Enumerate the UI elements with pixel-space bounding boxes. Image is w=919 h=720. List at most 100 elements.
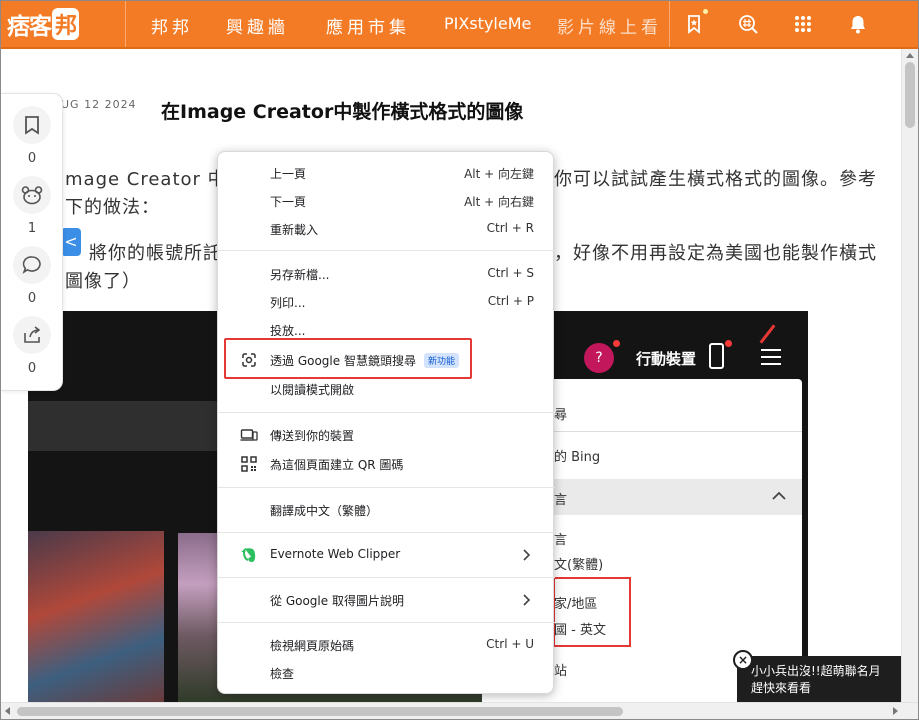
logo-badge: 邦 [52, 8, 80, 40]
menu-item-view-source[interactable]: 檢視網頁原始碼 Ctrl + U [218, 632, 555, 658]
menu-item-forward[interactable]: 下一頁 Alt + 向右鍵 [218, 188, 555, 214]
menu-item-send-to-device[interactable]: 傳送到你的裝置 [218, 422, 555, 448]
vertical-scrollbar[interactable] [901, 49, 918, 704]
horizontal-scroll-thumb[interactable] [17, 707, 623, 716]
share-count: 0 [27, 361, 37, 376]
paragraph-1-line-2: 下的做法： [65, 197, 160, 218]
image-panel-row: 言 [554, 493, 568, 508]
menu-item-shortcut: Ctrl + U [486, 637, 534, 651]
image-panel-row: 的 Bing [554, 450, 601, 465]
nav-divider [125, 1, 126, 47]
image-chevron-up-icon [772, 491, 786, 500]
comment-button[interactable] [13, 246, 51, 284]
menu-item-label: 另存新檔... [270, 268, 330, 282]
menu-item-evernote[interactable]: Evernote Web Clipper [218, 542, 555, 568]
post-date: UG 12 2024 [61, 98, 137, 111]
menu-item-label: 從 Google 取得圖片說明 [270, 594, 404, 608]
paragraph-1-right: 你可以試試產生橫式格式的圖像。參考 [554, 169, 877, 190]
nav-item-app-market[interactable]: 應用市集 [326, 13, 410, 38]
menu-item-save-as[interactable]: 另存新檔... Ctrl + S [218, 261, 555, 287]
menu-item-label: Evernote Web Clipper [270, 547, 401, 561]
menu-item-shortcut: Ctrl + R [486, 221, 534, 235]
logo-text: 痞客 [7, 14, 52, 40]
image-mobile-label: 行動裝置 [636, 350, 697, 368]
menu-item-label: 檢視網頁原始碼 [270, 639, 355, 653]
comment-count: 0 [27, 291, 37, 306]
nav-divider [669, 1, 670, 47]
device-icon [240, 429, 258, 441]
promo-toast[interactable]: 小小兵出沒!!超萌聯名月 趕快來看看 [737, 656, 903, 704]
image-avatar: ? [584, 343, 614, 373]
share-button[interactable] [13, 316, 51, 354]
menu-item-back[interactable]: 上一頁 Alt + 向左鍵 [218, 160, 555, 186]
menu-separator [218, 250, 555, 251]
image-notification-dot [613, 340, 620, 347]
paragraph-2-line-2: 圖像了） [65, 271, 141, 292]
horizontal-scrollbar[interactable] [1, 702, 918, 719]
side-action-bar: 0 1 0 0 [1, 93, 63, 391]
nav-item-videos[interactable]: 影片線上看 [557, 13, 662, 38]
menu-separator [218, 577, 555, 578]
menu-separator [218, 622, 555, 623]
apps-grid-icon[interactable] [792, 13, 814, 35]
qr-icon [241, 456, 257, 472]
top-navigation-bar: 痞客邦 邦邦 興趣牆 應用市集 PIXstyleMe 影片線上看 [1, 1, 918, 49]
site-logo[interactable]: 痞客邦 [7, 8, 80, 40]
bookmark-icon [25, 116, 39, 135]
menu-item-inspect[interactable]: 檢查 [218, 660, 555, 686]
paragraph-2-left: 將你的帳號所託 [89, 243, 222, 264]
evernote-icon [241, 547, 256, 562]
image-hamburger-icon [761, 349, 781, 370]
menu-item-print[interactable]: 列印... Ctrl + P [218, 289, 555, 315]
react-button[interactable] [13, 176, 51, 214]
menu-item-label: 列印... [270, 296, 306, 310]
image-highlight-box [553, 577, 631, 647]
browser-viewport: 痞客邦 邦邦 興趣牆 應用市集 PIXstyleMe 影片線上看 UG 12 2… [0, 0, 919, 720]
menu-item-label: 檢查 [270, 667, 295, 681]
image-notification-dot [725, 340, 732, 347]
menu-separator [218, 532, 555, 533]
bear-face-icon [21, 186, 43, 205]
menu-item-create-qr[interactable]: 為這個頁面建立 QR 圖碼 [218, 451, 555, 477]
hashtag-search-icon[interactable] [737, 13, 759, 35]
menu-item-translate[interactable]: 翻譯成中文（繁體） [218, 497, 555, 523]
menu-separator [218, 412, 555, 413]
bookmark-star-icon[interactable] [683, 13, 705, 35]
scroll-up-arrow-icon[interactable] [906, 52, 914, 58]
nav-item-interest-wall[interactable]: 興趣牆 [226, 13, 289, 38]
menu-item-shortcut: Alt + 向右鍵 [464, 195, 534, 209]
nav-item-bangbang[interactable]: 邦邦 [151, 13, 193, 38]
nav-item-pixstyleme[interactable]: PIXstyleMe [444, 14, 531, 33]
image-panel-row: 文(繁體) [554, 558, 604, 573]
scroll-right-arrow-icon[interactable] [893, 707, 899, 715]
menu-item-shortcut: Alt + 向左鍵 [464, 167, 534, 181]
toast-close-button[interactable]: × [733, 650, 753, 670]
scroll-left-arrow-icon[interactable] [4, 707, 10, 715]
menu-item-reading-mode[interactable]: 以閱讀模式開啟 [218, 376, 555, 402]
page-title: 在Image Creator中製作橫式格式的圖像 [161, 101, 524, 123]
menu-item-reload[interactable]: 重新載入 Ctrl + R [218, 216, 555, 242]
menu-item-label: 投放... [270, 324, 306, 338]
paragraph-2-right: ，好像不用再設定為美國也能製作橫式 [554, 243, 877, 264]
menu-item-label: 以閱讀模式開啟 [270, 383, 355, 397]
image-phone-icon [709, 343, 724, 369]
vertical-scroll-thumb[interactable] [905, 62, 915, 128]
context-menu: 上一頁 Alt + 向左鍵 下一頁 Alt + 向右鍵 重新載入 Ctrl + … [217, 151, 555, 694]
share-icon [24, 326, 41, 343]
image-panel-row: 尋 [554, 408, 568, 423]
notification-bell-icon[interactable] [847, 13, 869, 35]
react-count: 1 [27, 221, 37, 236]
google-lens-highlight-box [224, 338, 472, 379]
image-butterfly-thumbnail [28, 531, 164, 704]
menu-item-label: 為這個頁面建立 QR 圖碼 [270, 458, 404, 472]
menu-item-label: 下一頁 [270, 195, 307, 209]
paragraph-1-left: mage Creator 中 [65, 169, 227, 190]
menu-item-shortcut: Ctrl + S [487, 266, 534, 280]
bookmark-button[interactable] [13, 106, 51, 144]
menu-item-image-descriptions[interactable]: 從 Google 取得圖片說明 [218, 587, 555, 613]
menu-item-label: 上一頁 [270, 167, 307, 181]
menu-item-shortcut: Ctrl + P [487, 294, 534, 308]
collapse-chip[interactable]: < [61, 228, 81, 256]
chevron-right-icon [523, 594, 531, 606]
notification-dot [703, 9, 708, 14]
